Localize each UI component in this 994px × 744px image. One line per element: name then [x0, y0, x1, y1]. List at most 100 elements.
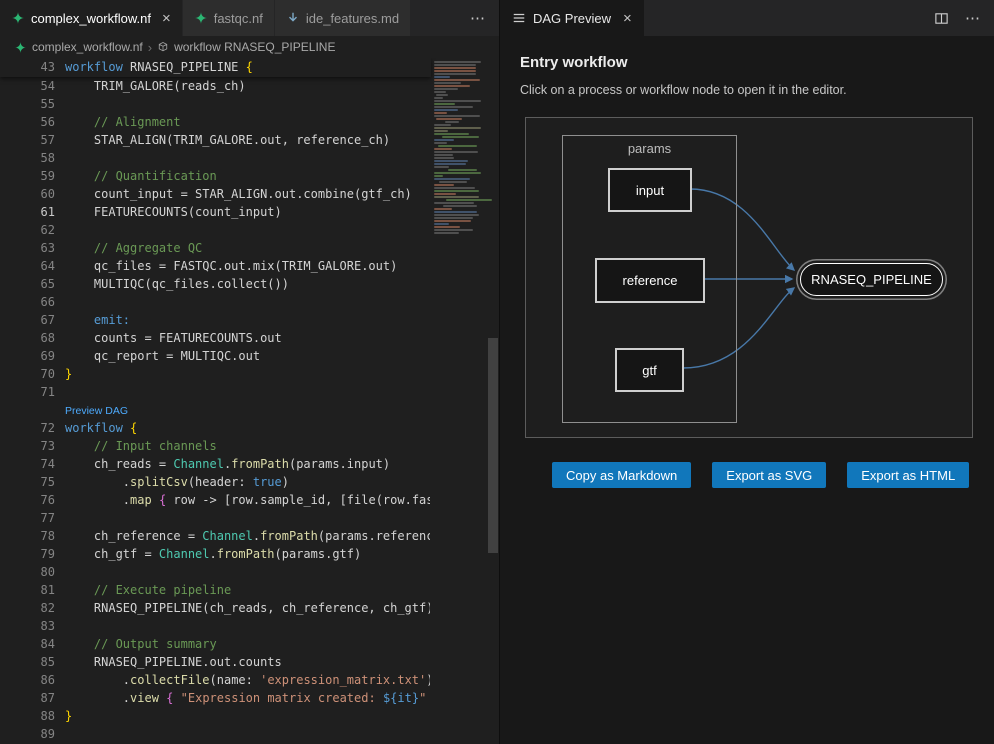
panel-content: Entry workflow Click on a process or wor…	[500, 36, 994, 488]
code-line: 60 count_input = STAR_ALIGN.out.combine(…	[0, 185, 430, 203]
panel-close-icon[interactable]: ×	[623, 11, 632, 26]
sticky-scroll-line[interactable]: 43 workflow RNASEQ_PIPELINE {	[0, 58, 431, 77]
line-number: 70	[0, 365, 64, 383]
code-line: 83	[0, 617, 430, 635]
minimap-line	[448, 169, 477, 171]
line-text[interactable]: workflow {	[64, 419, 430, 437]
line-text[interactable]: TRIM_GALORE(reads_ch)	[64, 77, 430, 95]
editor-tab-fastqc-nf[interactable]: fastqc.nf	[183, 0, 275, 36]
line-text[interactable]: STAR_ALIGN(TRIM_GALORE.out, reference_ch…	[64, 131, 430, 149]
line-text[interactable]: .map { row -> [row.sample_id, [file(row.…	[64, 491, 430, 509]
dag-node-reference[interactable]: reference	[595, 258, 705, 303]
minimap-line	[436, 94, 448, 96]
line-text[interactable]	[64, 293, 430, 311]
line-text[interactable]: ch_reference = Channel.fromPath(params.r…	[64, 527, 430, 545]
minimap-line	[434, 133, 469, 135]
line-text[interactable]: .splitCsv(header: true)	[64, 473, 430, 491]
breadcrumb-separator: ›	[148, 40, 152, 55]
tab-dag-preview[interactable]: DAG Preview ×	[500, 0, 644, 36]
line-number: 63	[0, 239, 64, 257]
line-text[interactable]: Preview DAG	[64, 401, 430, 419]
line-text[interactable]: }	[64, 707, 430, 725]
markdown-icon	[286, 11, 300, 25]
tab-overflow-button[interactable]: ⋯	[456, 0, 499, 36]
line-text[interactable]: count_input = STAR_ALIGN.out.combine(gtf…	[64, 185, 430, 203]
line-number: 59	[0, 167, 64, 185]
line-number: 81	[0, 581, 64, 599]
nextflow-icon	[11, 11, 25, 25]
editor-scrollbar[interactable]	[487, 58, 499, 744]
code-line: 58	[0, 149, 430, 167]
dag-node-gtf[interactable]: gtf	[615, 348, 684, 392]
line-text[interactable]	[64, 509, 430, 527]
editor-tab-complex-workflow-nf[interactable]: complex_workflow.nf×	[0, 0, 183, 36]
button-export-as-svg[interactable]: Export as SVG	[712, 462, 826, 488]
preview-dag-link[interactable]: Preview DAG	[65, 405, 128, 417]
code-line: 88}	[0, 707, 430, 725]
tab-close-icon[interactable]: ×	[162, 11, 171, 26]
dag-node-input[interactable]: input	[608, 168, 692, 212]
line-number	[0, 401, 64, 419]
minimap-line	[434, 211, 477, 213]
line-text[interactable]: }	[64, 365, 430, 383]
button-export-as-html[interactable]: Export as HTML	[847, 462, 969, 488]
more-actions-icon[interactable]: ⋯	[965, 9, 980, 27]
minimap-line	[434, 148, 452, 150]
minimap-line	[434, 172, 481, 174]
minimap-line	[434, 115, 480, 117]
line-text[interactable]	[64, 95, 430, 113]
code-line: 55	[0, 95, 430, 113]
line-text[interactable]: emit:	[64, 311, 430, 329]
line-text[interactable]: .view { "Expression matrix created: ${it…	[64, 689, 430, 707]
minimap-line	[434, 64, 476, 66]
line-text[interactable]: ch_gtf = Channel.fromPath(params.gtf)	[64, 545, 430, 563]
editor-body[interactable]: 54 TRIM_GALORE(reads_ch)5556 // Alignmen…	[0, 58, 499, 744]
line-text[interactable]: RNASEQ_PIPELINE(ch_reads, ch_reference, …	[64, 599, 430, 617]
split-editor-icon[interactable]	[934, 11, 949, 26]
minimap-line	[434, 82, 461, 84]
minimap-line	[434, 70, 476, 72]
code-line: 79 ch_gtf = Channel.fromPath(params.gtf)	[0, 545, 430, 563]
line-text[interactable]	[64, 383, 430, 401]
minimap-line	[434, 67, 476, 69]
line-text[interactable]: // Output summary	[64, 635, 430, 653]
line-text[interactable]	[64, 221, 430, 239]
line-text[interactable]: RNASEQ_PIPELINE.out.counts	[64, 653, 430, 671]
line-number: 75	[0, 473, 64, 491]
code-line: 69 qc_report = MULTIQC.out	[0, 347, 430, 365]
line-text[interactable]	[64, 563, 430, 581]
dag-node-rnaseq-pipeline[interactable]: RNASEQ_PIPELINE	[800, 263, 943, 296]
line-text[interactable]	[64, 149, 430, 167]
line-text[interactable]: MULTIQC(qc_files.collect())	[64, 275, 430, 293]
minimap-line	[434, 76, 450, 78]
line-number: 69	[0, 347, 64, 365]
line-number: 67	[0, 311, 64, 329]
scrollbar-thumb[interactable]	[488, 338, 498, 553]
minimap-line	[434, 196, 479, 198]
editor-tab-ide-features-md[interactable]: ide_features.md	[275, 0, 411, 36]
line-text[interactable]: qc_files = FASTQC.out.mix(TRIM_GALORE.ou…	[64, 257, 430, 275]
line-text[interactable]: // Quantification	[64, 167, 430, 185]
code-line: 75 .splitCsv(header: true)	[0, 473, 430, 491]
line-text[interactable]: ch_reads = Channel.fromPath(params.input…	[64, 455, 430, 473]
button-copy-as-markdown[interactable]: Copy as Markdown	[552, 462, 691, 488]
line-text[interactable]: counts = FEATURECOUNTS.out	[64, 329, 430, 347]
code-line: 85 RNASEQ_PIPELINE.out.counts	[0, 653, 430, 671]
breadcrumb-symbol[interactable]: workflow RNASEQ_PIPELINE	[174, 40, 335, 54]
code-line: 57 STAR_ALIGN(TRIM_GALORE.out, reference…	[0, 131, 430, 149]
line-text[interactable]: FEATURECOUNTS(count_input)	[64, 203, 430, 221]
line-number: 61	[0, 203, 64, 221]
line-text[interactable]: // Execute pipeline	[64, 581, 430, 599]
breadcrumb-file[interactable]: complex_workflow.nf	[32, 40, 143, 54]
line-text[interactable]: qc_report = MULTIQC.out	[64, 347, 430, 365]
line-text[interactable]	[64, 725, 430, 743]
line-text[interactable]: .collectFile(name: 'expression_matrix.tx…	[64, 671, 430, 689]
line-text[interactable]: // Alignment	[64, 113, 430, 131]
line-number: 60	[0, 185, 64, 203]
code-line: 77	[0, 509, 430, 527]
minimap[interactable]	[430, 58, 487, 744]
minimap-line	[434, 109, 458, 111]
line-text[interactable]	[64, 617, 430, 635]
line-text[interactable]: // Input channels	[64, 437, 430, 455]
line-text[interactable]: // Aggregate QC	[64, 239, 430, 257]
